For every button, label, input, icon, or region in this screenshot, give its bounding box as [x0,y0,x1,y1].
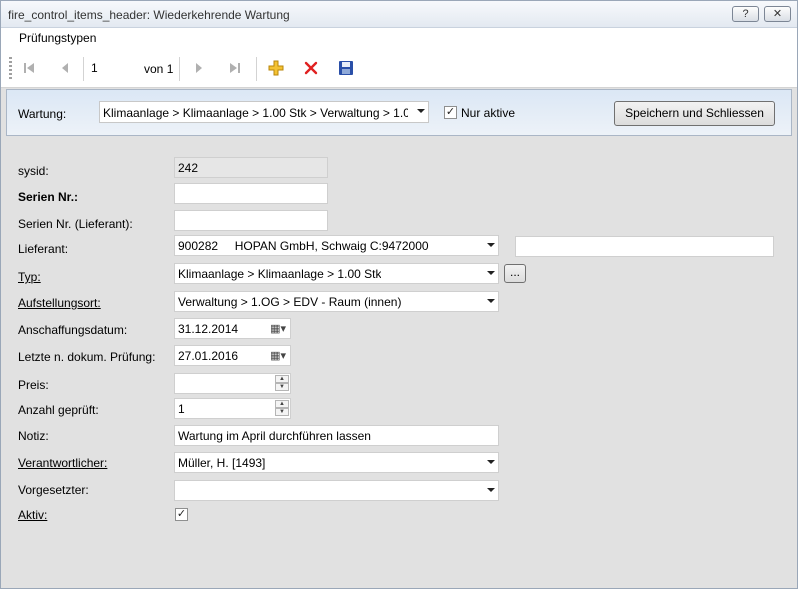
preis-input[interactable]: ▲ ▼ [174,373,291,394]
preis-spinner[interactable]: ▲ ▼ [275,375,289,392]
record-navigator-toolbar: von 1 [1,48,797,88]
wartung-filter-panel: Wartung: Klimaanlage > Klimaanlage > 1.0… [6,89,792,136]
serien-nr-lieferant-label: Serien Nr. (Lieferant): [18,217,133,231]
menu-item-pruefungstypen[interactable]: Prüfungstypen [19,31,96,45]
typ-select[interactable]: Klimaanlage > Klimaanlage > 1.00 Stk [174,263,499,284]
aktiv-checkbox[interactable]: ✓ [175,508,188,521]
verantwortlicher-select[interactable]: Müller, H. [1493] [174,452,499,473]
dialog-window: fire_control_items_header: Wiederkehrend… [0,0,798,589]
letzte-pruefung-label: Letzte n. dokum. Prüfung: [18,350,156,364]
anzahl-geprueft-label: Anzahl geprüft: [18,403,99,417]
page-count-label: von 1 [144,62,174,76]
sysid-label: sysid: [18,164,49,178]
last-record-icon[interactable] [225,58,245,78]
chevron-down-icon [487,243,495,247]
nur-aktive-label: Nur aktive [461,106,516,120]
lieferant-select[interactable]: 900282 HOPAN GmbH, Schwaig C:9472000 [174,235,499,256]
wartung-label: Wartung: [18,107,67,121]
sysid-field: 242 [174,157,328,178]
serien-nr-input[interactable] [174,183,328,204]
chevron-down-icon [417,109,425,113]
aktiv-label[interactable]: Aktiv: [18,508,47,522]
chevron-down-icon [487,488,495,492]
lieferant-extra-input[interactable] [515,236,774,257]
chevron-down-icon [487,460,495,464]
anzahl-spinner[interactable]: ▲ ▼ [275,400,289,417]
previous-record-icon[interactable] [55,58,75,78]
close-button[interactable]: ✕ [764,6,791,22]
title-bar: fire_control_items_header: Wiederkehrend… [1,1,797,28]
chevron-down-icon [487,299,495,303]
calendar-icon[interactable]: ▦▾ [270,322,286,335]
next-record-icon[interactable] [189,58,209,78]
anschaffungsdatum-label: Anschaffungsdatum: [18,323,128,337]
serien-nr-lieferant-input[interactable] [174,210,328,231]
toolbar-separator [179,57,180,81]
toolbar-separator [83,57,84,81]
calendar-icon[interactable]: ▦▾ [270,349,286,362]
window-title: fire_control_items_header: Wiederkehrend… [8,8,290,22]
first-record-icon[interactable] [19,58,39,78]
anzahl-geprueft-input[interactable]: 1 ▲ ▼ [174,398,291,419]
nur-aktive-checkbox[interactable]: ✓ [444,106,457,119]
wartung-select[interactable]: Klimaanlage > Klimaanlage > 1.00 Stk > V… [99,101,429,123]
preis-label: Preis: [18,378,49,392]
save-and-close-button[interactable]: Speichern und Schliessen [614,101,775,126]
save-record-icon[interactable] [336,58,356,78]
aufstellungsort-select[interactable]: Verwaltung > 1.OG > EDV - Raum (innen) [174,291,499,312]
verantwortlicher-label[interactable]: Verantwortlicher: [18,456,107,470]
lieferant-label: Lieferant: [18,242,69,256]
delete-record-icon[interactable] [301,58,321,78]
notiz-label: Notiz: [18,429,49,443]
help-button[interactable]: ? [732,6,759,22]
letzte-pruefung-input[interactable]: 27.01.2016 ▦▾ [174,345,291,366]
toolbar-separator [256,57,257,81]
chevron-down-icon [487,271,495,275]
toolbar-grip[interactable] [9,57,12,79]
notiz-input[interactable]: Wartung im April durchführen lassen [174,425,499,446]
vorgesetzter-label: Vorgesetzter: [18,483,89,497]
add-record-icon[interactable] [266,58,286,78]
page-number-input[interactable] [88,57,140,79]
serien-nr-label: Serien Nr.: [18,190,79,204]
anschaffungsdatum-input[interactable]: 31.12.2014 ▦▾ [174,318,291,339]
aufstellungsort-label[interactable]: Aufstellungsort: [18,296,101,310]
typ-label[interactable]: Typ: [18,270,41,284]
menu-bar: Prüfungstypen [1,28,797,48]
typ-browse-button[interactable]: ... [504,264,526,283]
vorgesetzter-select[interactable] [174,480,499,501]
